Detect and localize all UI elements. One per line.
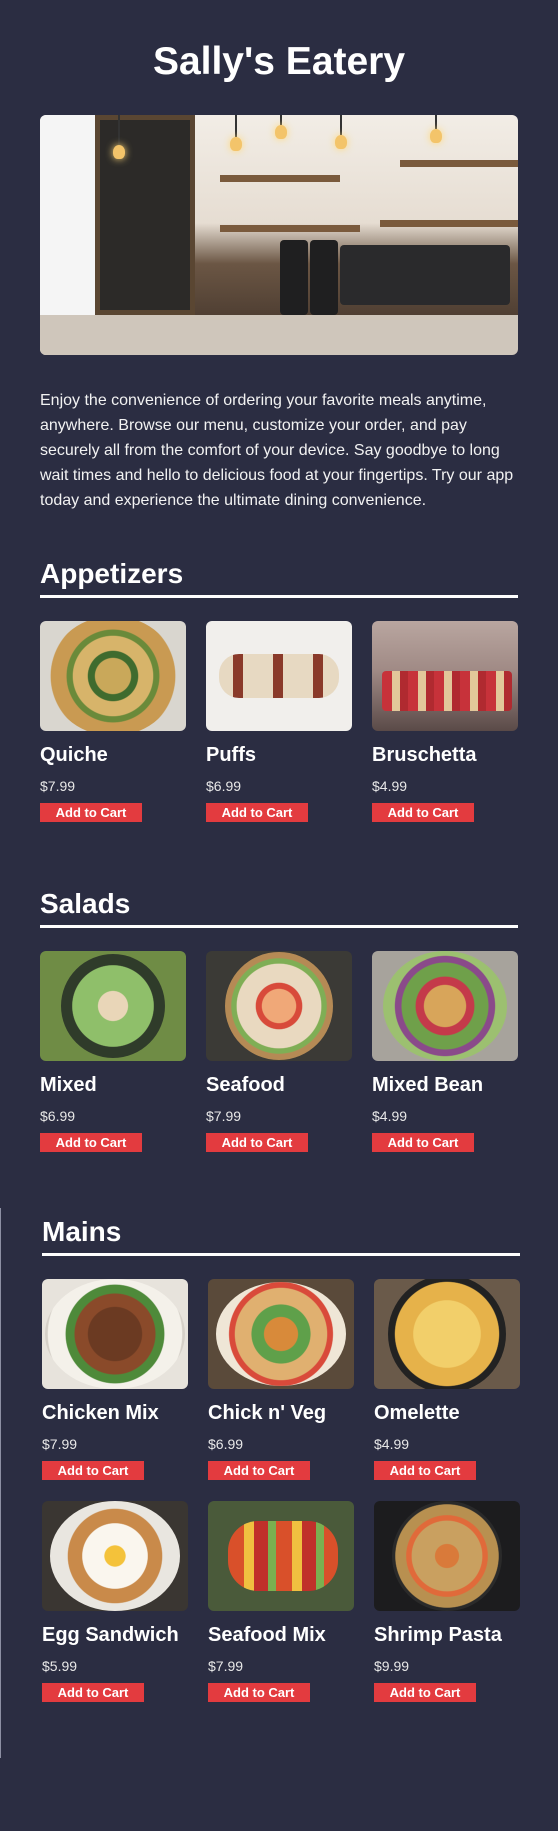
page-title: Sally's Eatery — [152, 40, 406, 83]
item-price: $9.99 — [374, 1658, 410, 1674]
menu-item-shrimp-pasta: Shrimp Pasta $9.99 Add to Cart — [374, 1501, 520, 1702]
add-to-cart-button[interactable]: Add to Cart — [206, 1133, 308, 1152]
section-divider — [40, 595, 518, 598]
quiche-image — [40, 621, 186, 731]
item-name: Shrimp Pasta — [374, 1624, 502, 1646]
item-name: Seafood — [206, 1074, 285, 1096]
section-mains: Mains Chicken Mix $7.99 Add to Cart Chic… — [42, 1215, 520, 1702]
item-price: $6.99 — [206, 778, 242, 794]
item-price: $5.99 — [42, 1658, 78, 1674]
add-to-cart-button[interactable]: Add to Cart — [372, 1133, 474, 1152]
seafood-salad-image — [206, 951, 352, 1061]
item-name: Quiche — [40, 744, 108, 766]
omelette-image — [374, 1279, 520, 1389]
item-price: $4.99 — [372, 778, 408, 794]
add-to-cart-button[interactable]: Add to Cart — [208, 1683, 310, 1702]
add-to-cart-button[interactable]: Add to Cart — [42, 1461, 144, 1480]
item-price: $7.99 — [208, 1658, 244, 1674]
menu-item-omelette: Omelette $4.99 Add to Cart — [374, 1279, 520, 1480]
add-to-cart-button[interactable]: Add to Cart — [40, 1133, 142, 1152]
item-price: $7.99 — [40, 778, 76, 794]
menu-item-mixed: Mixed $6.99 Add to Cart — [40, 951, 186, 1152]
section-divider — [42, 1253, 520, 1256]
section-divider — [40, 925, 518, 928]
section-title: Mains — [42, 1216, 122, 1247]
add-to-cart-button[interactable]: Add to Cart — [42, 1683, 144, 1702]
menu-item-chicken-mix: Chicken Mix $7.99 Add to Cart — [42, 1279, 188, 1480]
menu-item-bruschetta: Bruschetta $4.99 Add to Cart — [372, 621, 518, 822]
menu-item-quiche: Quiche $7.99 Add to Cart — [40, 621, 186, 822]
add-to-cart-button[interactable]: Add to Cart — [206, 803, 308, 822]
chick-n-veg-image — [208, 1279, 354, 1389]
menu-item-seafood-mix: Seafood Mix $7.99 Add to Cart — [208, 1501, 354, 1702]
left-border-line — [0, 1208, 1, 1758]
section-appetizers: Appetizers Quiche $7.99 Add to Cart Puff… — [40, 557, 518, 822]
seafood-mix-image — [208, 1501, 354, 1611]
menu-item-seafood: Seafood $7.99 Add to Cart — [206, 951, 352, 1152]
item-name: Chicken Mix — [42, 1402, 159, 1424]
intro-text: Enjoy the convenience of ordering your f… — [40, 392, 514, 509]
section-salads: Salads Mixed $6.99 Add to Cart Seafood $… — [40, 887, 518, 1152]
menu-item-mixed-bean: Mixed Bean $4.99 Add to Cart — [372, 951, 518, 1152]
section-title: Salads — [40, 888, 131, 919]
item-price: $4.99 — [372, 1108, 408, 1124]
item-name: Puffs — [206, 744, 256, 766]
menu-item-chick-n-veg: Chick n' Veg $6.99 Add to Cart — [208, 1279, 354, 1480]
item-name: Seafood Mix — [208, 1624, 326, 1646]
item-name: Bruschetta — [372, 744, 477, 766]
mixed-bean-salad-image — [372, 951, 518, 1061]
menu-item-puffs: Puffs $6.99 Add to Cart — [206, 621, 352, 822]
item-price: $7.99 — [42, 1436, 78, 1452]
add-to-cart-button[interactable]: Add to Cart — [372, 803, 474, 822]
item-name: Omelette — [374, 1402, 460, 1424]
mixed-salad-image — [40, 951, 186, 1061]
puffs-image — [206, 621, 352, 731]
item-price: $7.99 — [206, 1108, 242, 1124]
item-price: $6.99 — [40, 1108, 76, 1124]
item-name: Chick n' Veg — [208, 1402, 327, 1424]
menu-item-egg-sandwich: Egg Sandwich $5.99 Add to Cart — [42, 1501, 188, 1702]
egg-sandwich-image — [42, 1501, 188, 1611]
bruschetta-image — [372, 621, 518, 731]
item-name: Mixed Bean — [372, 1074, 484, 1096]
chicken-mix-image — [42, 1279, 188, 1389]
item-name: Mixed — [40, 1074, 97, 1096]
item-name: Egg Sandwich — [42, 1624, 179, 1646]
item-price: $6.99 — [208, 1436, 244, 1452]
shrimp-pasta-image — [374, 1501, 520, 1611]
add-to-cart-button[interactable]: Add to Cart — [208, 1461, 310, 1480]
item-price: $4.99 — [374, 1436, 410, 1452]
add-to-cart-button[interactable]: Add to Cart — [374, 1683, 476, 1702]
hero-cafe-image — [40, 115, 518, 355]
add-to-cart-button[interactable]: Add to Cart — [374, 1461, 476, 1480]
add-to-cart-button[interactable]: Add to Cart — [40, 803, 142, 822]
section-title: Appetizers — [40, 558, 184, 589]
